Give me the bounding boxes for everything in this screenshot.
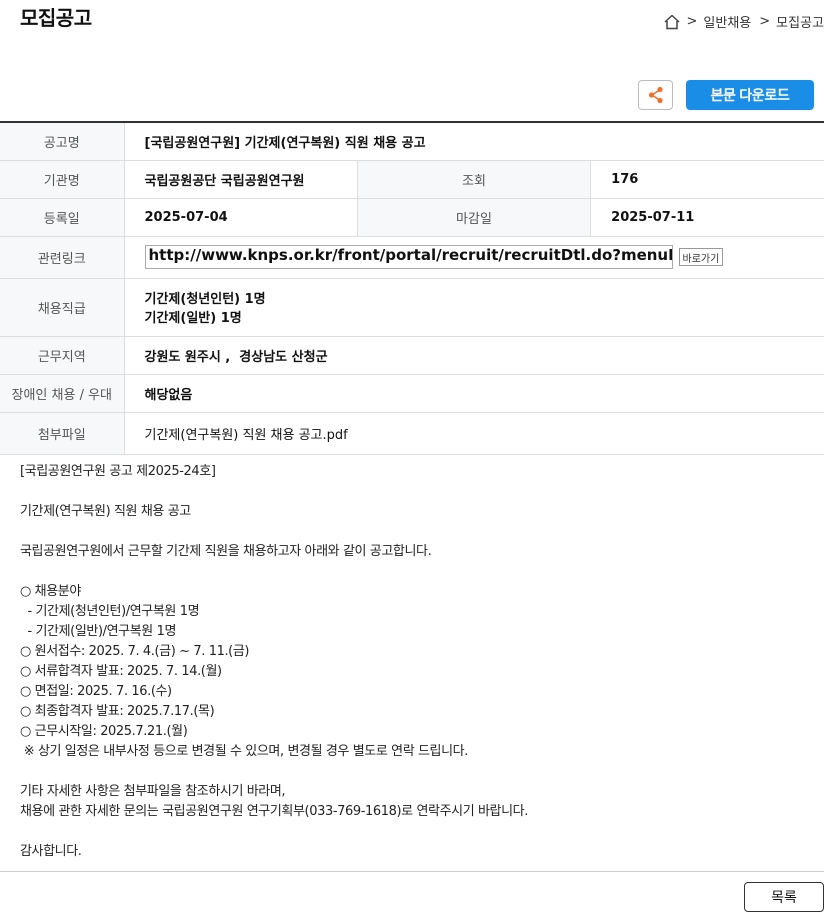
breadcrumb-item-notice[interactable]: 모집공고: [776, 12, 824, 31]
link-label: 관련링크: [0, 236, 125, 279]
breadcrumb-separator: >: [759, 14, 771, 29]
body-line: [20, 562, 810, 582]
position-line: 기간제(청년인턴) 1명: [144, 292, 266, 307]
views-label: 조회: [356, 160, 592, 199]
breadcrumb-separator: >: [686, 14, 698, 29]
title-label: 공고명: [0, 122, 125, 161]
link-box: http://www.knps.or.kr/front/portal/recru…: [144, 245, 724, 269]
body-line: 채용에 관한 자세한 문의는 국립공원연구원 연구기획부(033-769-161…: [20, 804, 528, 819]
deadline-value: 2025-07-11: [590, 198, 824, 237]
table-row: 등록일 2025-07-04 마감일 2025-07-11: [0, 198, 824, 237]
body-line: [20, 482, 810, 502]
disabled-value: 해당없음: [124, 374, 824, 413]
body-line: [20, 522, 810, 542]
related-link-field[interactable]: http://www.knps.or.kr/front/portal/recru…: [144, 245, 673, 269]
body-line: 감사합니다.: [20, 844, 82, 859]
body-line: ○ 원서접수: 2025. 7. 4.(금) ~ 7. 11.(금): [20, 644, 250, 659]
table-row: 채용직급 기간제(청년인턴) 1명 기간제(일반) 1명: [0, 278, 824, 337]
position-label: 채용직급: [0, 278, 125, 337]
body-line: ○ 근무시작일: 2025.7.21.(월): [20, 724, 188, 739]
deadline-label: 마감일: [356, 198, 592, 237]
body-line: 기타 자세한 사항은 첨부파일을 참조하시기 바라며,: [20, 784, 286, 799]
reg-date-value: 2025-07-04: [124, 198, 358, 237]
position-value: 기간제(청년인턴) 1명 기간제(일반) 1명: [124, 278, 824, 337]
region-label: 근무지역: [0, 336, 125, 375]
body-line: [20, 762, 810, 782]
title-value: [국립공원연구원] 기간제(연구복원) 직원 채용 공고: [124, 122, 824, 161]
region-value: 강원도 원주시 , 경상남도 산청군: [124, 336, 824, 375]
share-button[interactable]: [638, 80, 673, 110]
home-icon[interactable]: [663, 13, 681, 31]
body-line: ○ 서류합격자 발표: 2025. 7. 14.(월): [20, 664, 222, 679]
table-row: 장애인 채용 / 우대 해당없음: [0, 374, 824, 413]
notice-body: [국립공원연구원 공고 제2025-24호] 기간제(연구복원) 직원 채용 공…: [20, 462, 810, 862]
attachment-label: 첨부파일: [0, 412, 125, 455]
body-line: [국립공원연구원 공고 제2025-24호]: [20, 464, 216, 479]
org-value: 국립공원공단 국립공원연구원: [124, 160, 358, 199]
body-line: ※ 상기 일정은 내부사정 등으로 변경될 수 있으며, 변경될 경우 별도로 …: [20, 744, 469, 759]
breadcrumb: > 일반채용 > 모집공고: [663, 12, 824, 31]
body-line: - 기간제(일반)/연구복원 1명: [20, 624, 177, 639]
link-cell: http://www.knps.or.kr/front/portal/recru…: [124, 236, 824, 279]
body-line: 기간제(연구복원) 직원 채용 공고: [20, 504, 191, 519]
views-value: 176: [590, 160, 824, 199]
body-line: - 기간제(청년인턴)/연구복원 1명: [20, 604, 200, 619]
org-label: 기관명: [0, 160, 125, 199]
go-link-button[interactable]: 바로가기: [678, 248, 724, 266]
attachment-file-link[interactable]: 기간제(연구복원) 직원 채용 공고.pdf: [124, 412, 824, 455]
body-line: ○ 면접일: 2025. 7. 16.(수): [20, 684, 172, 699]
notice-info-table: 공고명 [국립공원연구원] 기간제(연구복원) 직원 채용 공고 기관명 국립공…: [0, 121, 824, 455]
breadcrumb-item-general-recruit[interactable]: 일반채용: [703, 12, 751, 31]
body-line: [20, 822, 810, 842]
reg-date-label: 등록일: [0, 198, 125, 237]
list-button[interactable]: 목록: [744, 882, 824, 912]
body-line: 국립공원연구원에서 근무할 기간제 직원을 채용하고자 아래와 같이 공고합니다…: [20, 544, 432, 559]
table-row: 공고명 [국립공원연구원] 기간제(연구복원) 직원 채용 공고: [0, 122, 824, 161]
position-line: 기간제(일반) 1명: [144, 311, 242, 326]
body-line: ○ 채용분야: [20, 584, 81, 599]
page-title: 모집공고: [20, 6, 92, 30]
table-row: 첨부파일 기간제(연구복원) 직원 채용 공고.pdf: [0, 412, 824, 455]
table-row: 근무지역 강원도 원주시 , 경상남도 산청군: [0, 336, 824, 375]
divider: [0, 871, 824, 872]
disabled-label: 장애인 채용 / 우대: [0, 374, 125, 413]
download-body-button[interactable]: 본문 다운로드: [686, 80, 814, 110]
table-row: 기관명 국립공원공단 국립공원연구원 조회 176: [0, 160, 824, 199]
share-icon: [648, 86, 663, 104]
body-line: ○ 최종합격자 발표: 2025.7.17.(목): [20, 704, 215, 719]
table-row: 관련링크 http://www.knps.or.kr/front/portal/…: [0, 236, 824, 279]
